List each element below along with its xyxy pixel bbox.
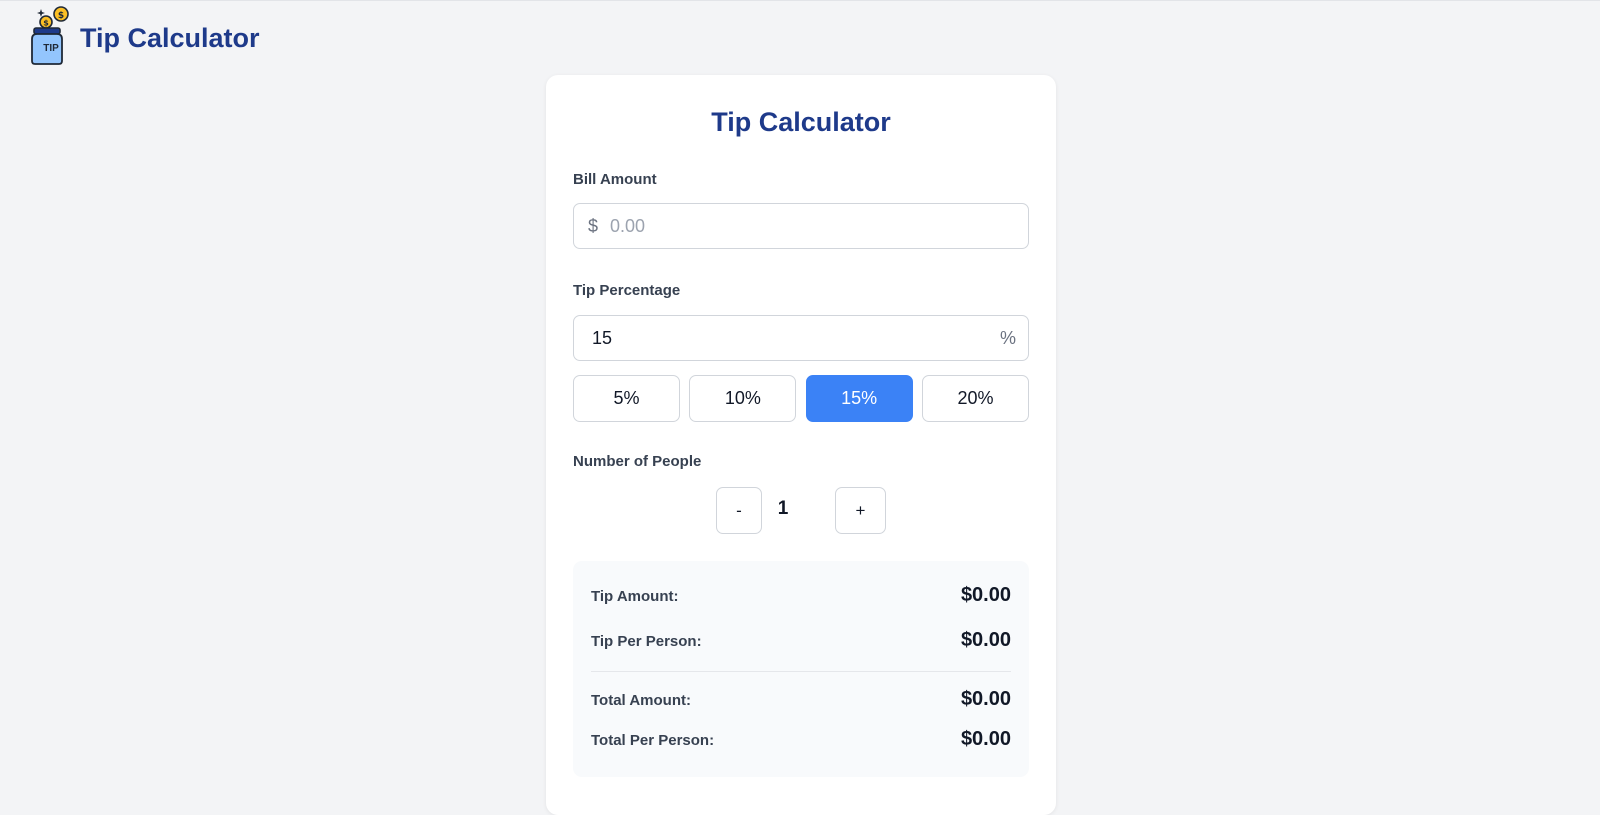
app-title: Tip Calculator (80, 22, 260, 53)
jar-label: TIP (43, 43, 59, 54)
bill-amount-label: Bill Amount (573, 171, 657, 188)
results-summary: Tip Amount: $0.00 Tip Per Person: $0.00 … (573, 561, 1029, 777)
tip-preset-20-button[interactable]: 20% (921, 375, 1029, 422)
tip-amount-label: Tip Amount: (591, 588, 679, 605)
top-border (0, 0, 1600, 1)
number-of-people-label: Number of People (573, 453, 702, 470)
total-per-person-label: Total Per Person: (591, 732, 715, 749)
decrement-people-button[interactable]: - (716, 487, 762, 534)
tip-preset-15-button[interactable]: 15% (805, 375, 913, 422)
bill-amount-field: $ (573, 203, 1029, 249)
summary-divider (591, 671, 1011, 672)
tip-percentage-field: % (573, 315, 1029, 361)
tip-per-person-value: $0.00 (960, 629, 1011, 651)
total-amount-row: Total Amount: $0.00 (591, 688, 1011, 714)
dollar-prefix: $ (588, 216, 599, 236)
total-amount-label: Total Amount: (591, 692, 691, 709)
people-count: 1 (777, 498, 789, 519)
tip-preset-10-button[interactable]: 10% (689, 375, 797, 422)
tip-percentage-input[interactable] (592, 323, 972, 353)
card-title: Tip Calculator (711, 107, 891, 137)
total-per-person-row: Total Per Person: $0.00 (591, 728, 1011, 754)
bill-amount-input[interactable] (610, 211, 1010, 241)
tip-preset-5-button[interactable]: 5% (573, 375, 680, 422)
svg-text:$: $ (58, 11, 64, 21)
total-amount-value: $0.00 (960, 688, 1011, 710)
increment-people-button[interactable]: + (835, 487, 886, 534)
tip-preset-group: 5% 10% 15% 20% (573, 375, 1029, 422)
calculator-card: Tip Calculator Bill Amount $ Tip Percent… (546, 75, 1056, 815)
tip-per-person-row: Tip Per Person: $0.00 (591, 629, 1011, 655)
tip-percentage-label: Tip Percentage (573, 282, 681, 299)
tip-amount-row: Tip Amount: $0.00 (591, 584, 1011, 610)
tip-amount-value: $0.00 (960, 584, 1011, 606)
app-header: $ $ TIP Tip Calculator (28, 3, 260, 65)
percent-suffix: % (999, 328, 1016, 348)
svg-text:$: $ (43, 19, 49, 28)
tip-jar-icon: $ $ (31, 6, 69, 65)
tip-per-person-label: Tip Per Person: (591, 633, 702, 650)
total-per-person-value: $0.00 (960, 728, 1011, 750)
